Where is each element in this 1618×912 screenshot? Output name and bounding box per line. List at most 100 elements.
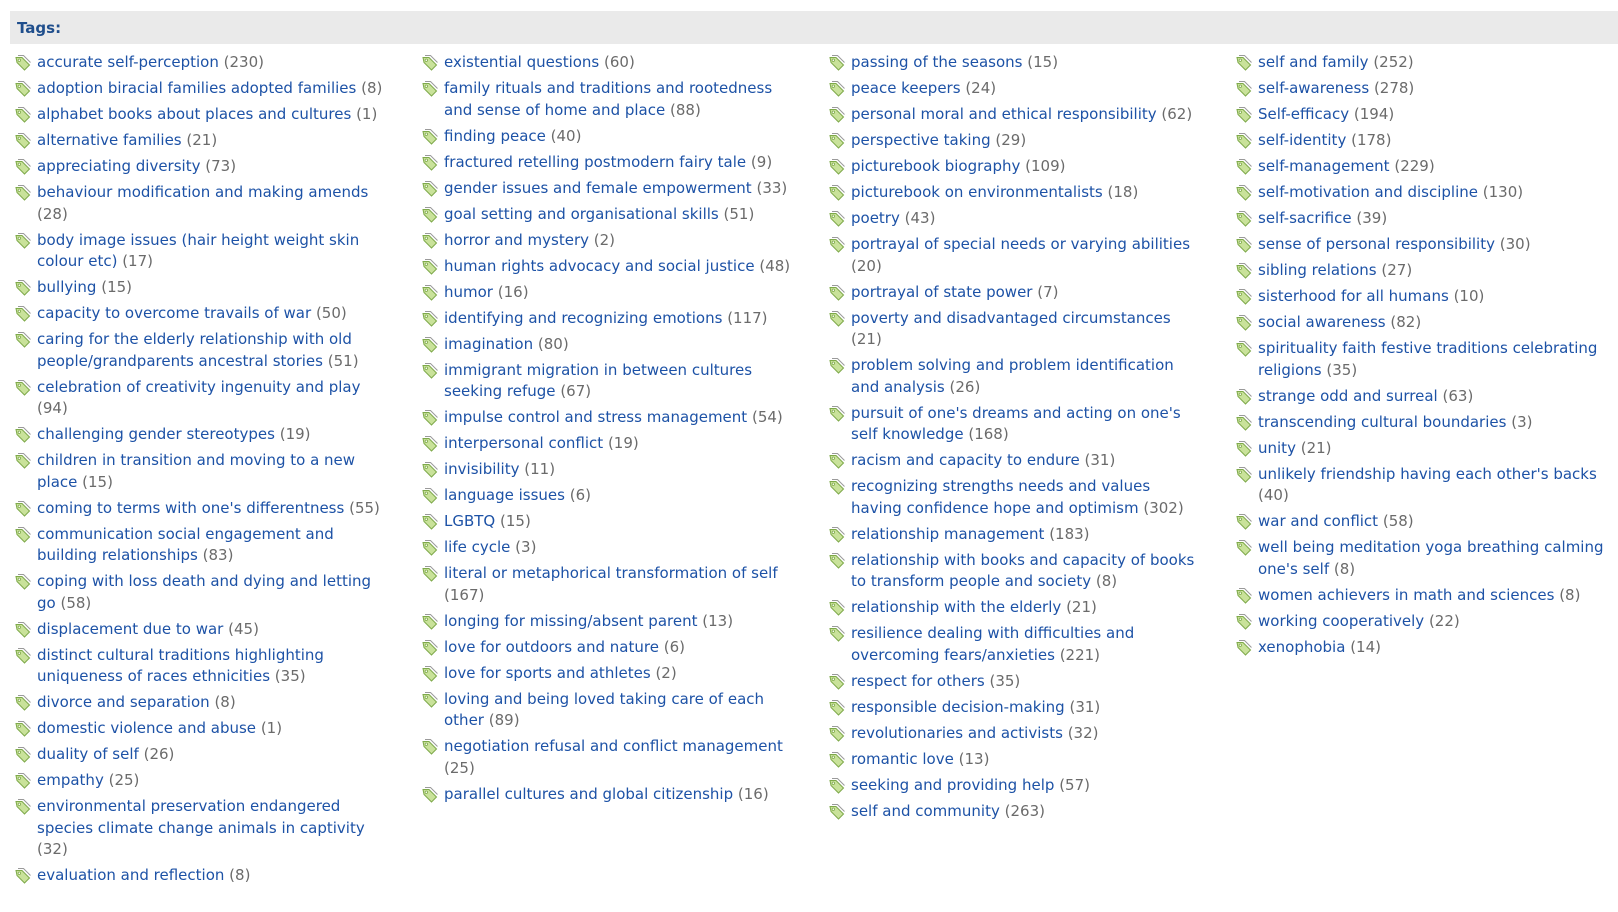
- tag-link[interactable]: passing of the seasons: [851, 53, 1022, 71]
- tag-link[interactable]: respect for others: [851, 672, 985, 690]
- tag-link[interactable]: relationship management: [851, 525, 1044, 543]
- tag-link[interactable]: self-motivation and discipline: [1258, 183, 1478, 201]
- tag-link[interactable]: self and community: [851, 802, 1000, 820]
- tag-link[interactable]: interpersonal conflict: [444, 434, 603, 452]
- tag-link[interactable]: responsible decision-making: [851, 698, 1065, 716]
- tag-link[interactable]: xenophobia: [1258, 638, 1345, 656]
- tag-link[interactable]: relationship with books and capacity of …: [851, 551, 1194, 591]
- tag-link[interactable]: recognizing strengths needs and values h…: [851, 477, 1150, 517]
- tag-link[interactable]: portrayal of special needs or varying ab…: [851, 235, 1190, 253]
- tag-link[interactable]: capacity to overcome travails of war: [37, 304, 311, 322]
- tag-link[interactable]: seeking and providing help: [851, 776, 1054, 794]
- tag-link[interactable]: negotiation refusal and conflict managem…: [444, 737, 783, 755]
- tag-text: impulse control and stress management (5…: [444, 407, 796, 429]
- tag-link[interactable]: alphabet books about places and cultures: [37, 105, 351, 123]
- tag-link[interactable]: social awareness: [1258, 313, 1386, 331]
- tag-link[interactable]: Self-efficacy: [1258, 105, 1349, 123]
- tag-link[interactable]: challenging gender stereotypes: [37, 425, 275, 443]
- tag-link[interactable]: goal setting and organisational skills: [444, 205, 719, 223]
- tag-link[interactable]: gender issues and female empowerment: [444, 179, 752, 197]
- tag-link[interactable]: fractured retelling postmodern fairy tal…: [444, 153, 746, 171]
- tag-link[interactable]: perspective taking: [851, 131, 991, 149]
- tag-link[interactable]: appreciating diversity: [37, 157, 200, 175]
- tag-link[interactable]: sibling relations: [1258, 261, 1377, 279]
- tag-link[interactable]: strange odd and surreal: [1258, 387, 1438, 405]
- tag-link[interactable]: peace keepers: [851, 79, 961, 97]
- tag-link[interactable]: longing for missing/absent parent: [444, 612, 697, 630]
- tag-link[interactable]: problem solving and problem identificati…: [851, 356, 1174, 396]
- tag-link[interactable]: poverty and disadvantaged circumstances: [851, 309, 1171, 327]
- tag-link[interactable]: picturebook on environmentalists: [851, 183, 1103, 201]
- tag-link[interactable]: human rights advocacy and social justice: [444, 257, 755, 275]
- tag-link[interactable]: environmental preservation endangered sp…: [37, 797, 365, 837]
- tag-count: (55): [349, 498, 380, 517]
- tag-link[interactable]: romantic love: [851, 750, 954, 768]
- tag-link[interactable]: love for sports and athletes: [444, 664, 651, 682]
- tag-link[interactable]: identifying and recognizing emotions: [444, 309, 722, 327]
- tag-link[interactable]: relationship with the elderly: [851, 598, 1061, 616]
- tag-link[interactable]: existential questions: [444, 53, 599, 71]
- tag-link[interactable]: accurate self-perception: [37, 53, 219, 71]
- tag-link[interactable]: revolutionaries and activists: [851, 724, 1063, 742]
- tag-link[interactable]: self-management: [1258, 157, 1390, 175]
- tag-link[interactable]: working cooperatively: [1258, 612, 1424, 630]
- tag-link[interactable]: unity: [1258, 439, 1296, 457]
- tag-link[interactable]: poetry: [851, 209, 900, 227]
- tag-link[interactable]: immigrant migration in between cultures …: [444, 361, 752, 401]
- tag-text: gender issues and female empowerment (33…: [444, 178, 796, 200]
- tag-link[interactable]: divorce and separation: [37, 693, 210, 711]
- tag-text: perspective taking (29): [851, 130, 1203, 152]
- tag-link[interactable]: duality of self: [37, 745, 139, 763]
- tag-link[interactable]: women achievers in math and sciences: [1258, 586, 1554, 604]
- tag-item: unity (21): [1235, 438, 1618, 460]
- tag-link[interactable]: impulse control and stress management: [444, 408, 747, 426]
- tag-link[interactable]: displacement due to war: [37, 620, 223, 638]
- tag-link[interactable]: self and family: [1258, 53, 1369, 71]
- tag-link[interactable]: body image issues (hair height weight sk…: [37, 231, 359, 271]
- tag-link[interactable]: communication social engagement and buil…: [37, 525, 334, 565]
- tag-link[interactable]: caring for the elderly relationship with…: [37, 330, 352, 370]
- tag-link[interactable]: literal or metaphorical transformation o…: [444, 564, 778, 582]
- tag-link[interactable]: spirituality faith festive traditions ce…: [1258, 339, 1597, 379]
- tag-link[interactable]: well being meditation yoga breathing cal…: [1258, 538, 1604, 578]
- tag-item: parallel cultures and global citizenship…: [421, 784, 828, 806]
- tag-link[interactable]: transcending cultural boundaries: [1258, 413, 1506, 431]
- tag-count: (109): [1025, 157, 1066, 175]
- tag-link[interactable]: coming to terms with one's differentness: [37, 499, 344, 517]
- tag-text: family rituals and traditions and rooted…: [444, 78, 796, 121]
- tag-link[interactable]: racism and capacity to endure: [851, 451, 1080, 469]
- tag-link[interactable]: horror and mystery: [444, 231, 589, 249]
- tag-link[interactable]: portrayal of state power: [851, 283, 1032, 301]
- tag-link[interactable]: self-sacrifice: [1258, 209, 1352, 227]
- tag-link[interactable]: adoption biracial families adopted famil…: [37, 79, 356, 97]
- tag-link[interactable]: humor: [444, 283, 493, 301]
- tag-link[interactable]: behaviour modification and making amends: [37, 183, 368, 201]
- tag-link[interactable]: unlikely friendship having each other's …: [1258, 465, 1597, 483]
- tag-count: (117): [727, 308, 768, 327]
- tag-link[interactable]: love for outdoors and nature: [444, 638, 659, 656]
- tag-link[interactable]: personal moral and ethical responsibilit…: [851, 105, 1157, 123]
- tag-link[interactable]: celebration of creativity ingenuity and …: [37, 378, 360, 396]
- tag-link[interactable]: sense of personal responsibility: [1258, 235, 1495, 253]
- tag-link[interactable]: war and conflict: [1258, 512, 1378, 530]
- tag-link[interactable]: family rituals and traditions and rooted…: [444, 79, 772, 119]
- tag-icon: [828, 478, 846, 496]
- tag-link[interactable]: sisterhood for all humans: [1258, 287, 1449, 305]
- tag-link[interactable]: empathy: [37, 771, 104, 789]
- tag-link[interactable]: life cycle: [444, 538, 510, 556]
- tag-link[interactable]: alternative families: [37, 131, 182, 149]
- tag-link[interactable]: invisibility: [444, 460, 519, 478]
- tag-link[interactable]: self-awareness: [1258, 79, 1369, 97]
- tag-link[interactable]: bullying: [37, 278, 96, 296]
- tag-link[interactable]: finding peace: [444, 127, 546, 145]
- tag-link[interactable]: imagination: [444, 335, 533, 353]
- tag-link[interactable]: pursuit of one's dreams and acting on on…: [851, 404, 1181, 444]
- tag-link[interactable]: evaluation and reflection: [37, 866, 224, 884]
- tag-link[interactable]: language issues: [444, 486, 565, 504]
- tag-link[interactable]: self-identity: [1258, 131, 1346, 149]
- tag-link[interactable]: picturebook biography: [851, 157, 1020, 175]
- tag-link[interactable]: LGBTQ: [444, 512, 495, 530]
- tag-link[interactable]: parallel cultures and global citizenship: [444, 785, 733, 803]
- tag-link[interactable]: domestic violence and abuse: [37, 719, 256, 737]
- tag-item: self and family (252): [1235, 52, 1618, 74]
